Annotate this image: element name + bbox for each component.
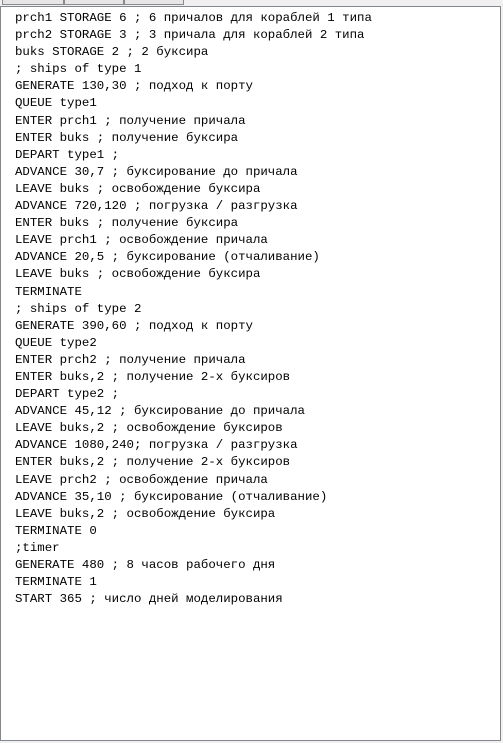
code-line: LEAVE buks ; освобождение буксира — [15, 267, 261, 282]
code-line: ENTER buks ; получение буксира — [15, 216, 239, 231]
code-line: LEAVE prch1 ; освобождение причала — [15, 233, 268, 248]
code-line: ; ships of type 1 — [15, 62, 142, 77]
tab-3[interactable] — [124, 0, 184, 5]
code-line: ; ships of type 2 — [15, 301, 142, 316]
code-line: LEAVE buks,2 ; освобождение буксиров — [15, 421, 283, 436]
code-line: START 365 ; число дней моделирования — [15, 592, 283, 607]
code-line: GENERATE 480 ; 8 часов рабочего дня — [15, 558, 276, 572]
tab-1[interactable] — [2, 0, 64, 5]
code-editor[interactable]: prch1 STORAGE 6 ; 6 причалов для корабле… — [0, 6, 501, 741]
code-line: ADVANCE 35,10 ; буксирование (отчаливани… — [15, 489, 328, 504]
code-line: TERMINATE — [15, 284, 82, 299]
code-line: TERMINATE 0 — [15, 523, 97, 538]
code-line: ENTER buks,2 ; получение 2-х буксиров — [15, 369, 291, 384]
code-line: ENTER buks,2 ; получение 2-х буксиров — [15, 455, 291, 470]
code-line: ENTER prch1 ; получение причала — [15, 113, 246, 128]
code-line: DEPART type2 ; — [15, 387, 120, 402]
code-line: ENTER buks ; получение буксира — [15, 130, 239, 145]
code-line: TERMINATE 1 — [15, 575, 97, 590]
tab-2[interactable] — [64, 0, 124, 5]
code-line: buks STORAGE 2 ; 2 буксира — [15, 45, 209, 60]
code-line: LEAVE buks,2 ; освобождение буксира — [15, 506, 276, 521]
code-line: prch2 STORAGE 3 ; 3 причала для кораблей… — [15, 28, 365, 43]
code-line: GENERATE 390,60 ; подход к порту — [15, 318, 253, 333]
code-line: QUEUE type2 — [15, 335, 97, 350]
code-line: prch1 STORAGE 6 ; 6 причалов для корабле… — [15, 11, 372, 25]
code-line: LEAVE prch2 ; освобождение причала — [15, 472, 268, 487]
code-line: GENERATE 130,30 ; подход к порту — [15, 79, 253, 94]
code-line: ADVANCE 30,7 ; буксирование до причала — [15, 164, 298, 179]
code-line: ADVANCE 1080,240; погрузка / разгрузка — [15, 438, 298, 453]
code-text-area[interactable]: prch1 STORAGE 6 ; 6 причалов для корабле… — [1, 7, 500, 608]
code-line: DEPART type1 ; — [15, 147, 120, 162]
code-line: QUEUE type1 — [15, 96, 97, 111]
code-line: ADVANCE 720,120 ; погрузка / разгрузка — [15, 199, 298, 214]
code-line: ENTER prch2 ; получение причала — [15, 352, 246, 367]
code-line: ADVANCE 20,5 ; буксирование (отчаливание… — [15, 250, 320, 265]
code-line: LEAVE buks ; освобождение буксира — [15, 181, 261, 196]
code-line: ;timer — [15, 540, 60, 555]
code-line: ADVANCE 45,12 ; буксирование до причала — [15, 404, 305, 419]
